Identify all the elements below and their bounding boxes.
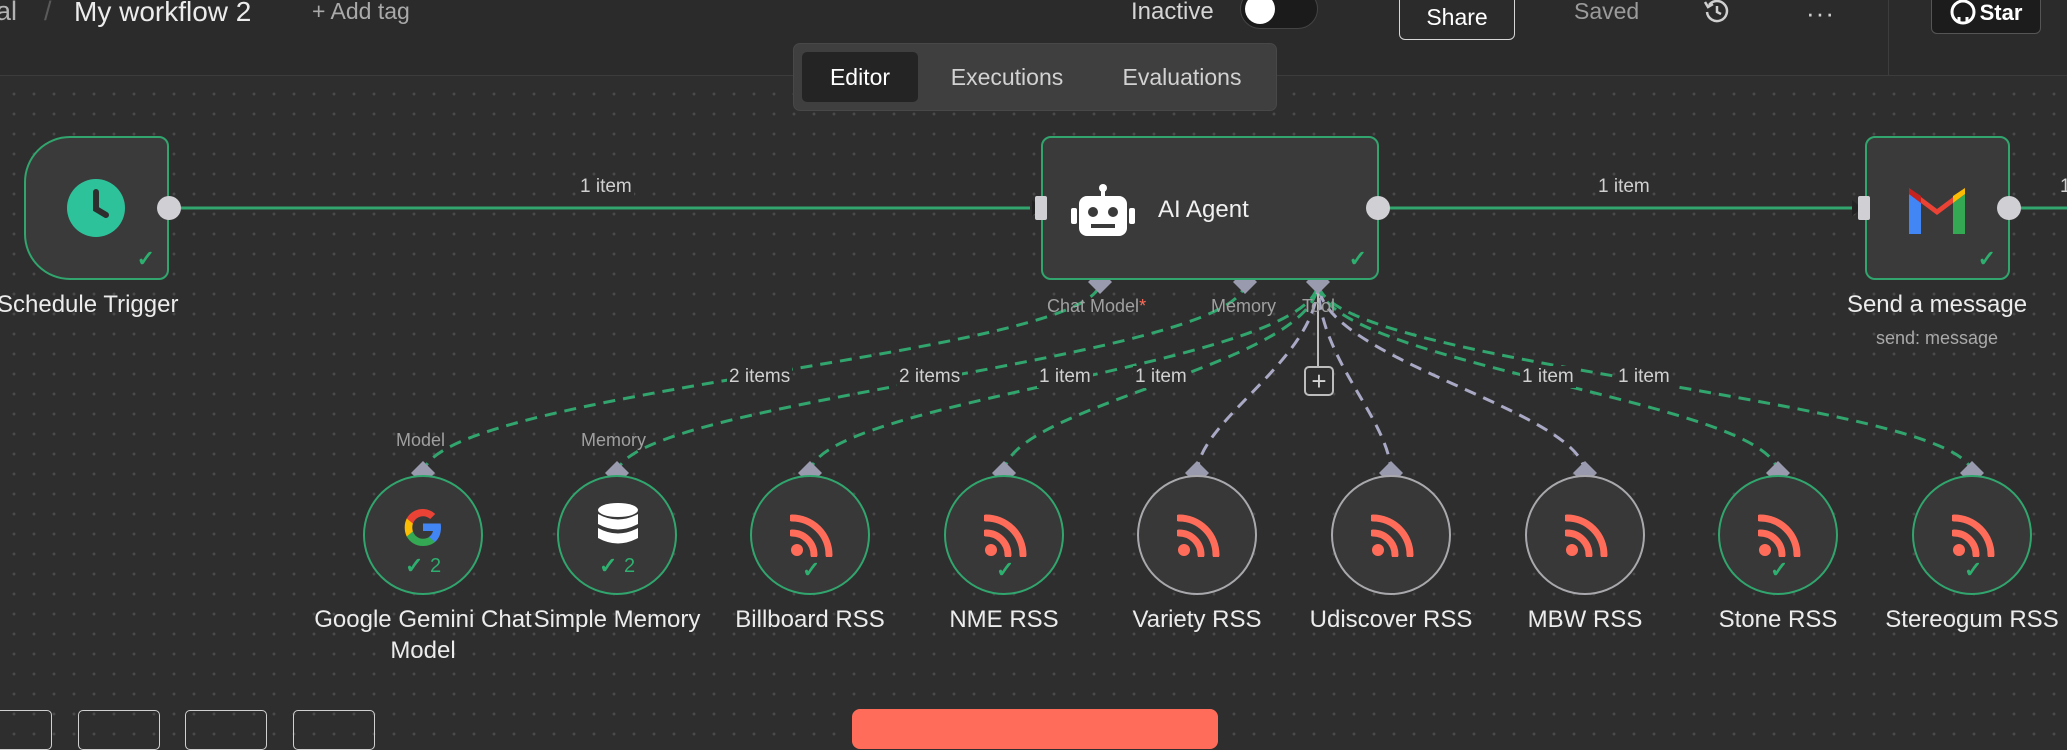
rss-tool-label: Stereogum RSS xyxy=(1885,606,2059,633)
rss-tool-label: MBW RSS xyxy=(1527,606,1643,633)
run-count: 2 xyxy=(430,555,442,577)
rss-icon xyxy=(790,514,833,557)
rss-tool-node[interactable] xyxy=(1331,475,1451,595)
port-label-chat-model: Chat Model* xyxy=(1047,296,1147,316)
zoom-in-button[interactable] xyxy=(78,710,160,750)
edge-label-trigger: 1 item xyxy=(578,176,634,198)
run-count: 2 xyxy=(624,555,636,577)
rss-tool-node[interactable]: ✓ xyxy=(1912,475,2032,595)
rss-tool-label: NME RSS xyxy=(949,606,1059,633)
success-check-icon: ✓ xyxy=(996,557,1015,582)
schedule-trigger-node[interactable]: ✓ xyxy=(24,136,169,280)
ai-agent-output-handle[interactable] xyxy=(1366,196,1390,220)
rss-tool-label: Variety RSS xyxy=(1132,606,1262,633)
send-message-output-handle[interactable] xyxy=(1997,196,2021,220)
rss-tool-node[interactable] xyxy=(1137,475,1257,595)
clock-icon xyxy=(67,179,125,237)
rss-icon xyxy=(1371,514,1414,557)
port-label-tool: Tool xyxy=(1302,296,1336,316)
success-check-icon: ✓ xyxy=(802,557,821,582)
success-check-icon: ✓ xyxy=(405,553,424,578)
success-check-icon: ✓ xyxy=(599,553,618,578)
rss-icon xyxy=(984,514,1027,557)
schedule-trigger-label: Schedule Trigger xyxy=(0,291,179,318)
simple-memory-node[interactable]: ✓ 2 xyxy=(557,475,677,595)
database-icon xyxy=(598,503,638,544)
port-label-memory: Memory xyxy=(1211,296,1277,316)
edge-label-billboard: 1 item xyxy=(1037,366,1093,388)
edge-label-send-out: 1 xyxy=(2058,176,2067,198)
reset-zoom-button[interactable] xyxy=(293,710,375,750)
rss-tool-node[interactable]: ✓ xyxy=(944,475,1064,595)
rss-tool-node[interactable]: ✓ xyxy=(1718,475,1838,595)
send-message-sublabel: send: message xyxy=(1875,328,1999,348)
add-tool-button[interactable]: + xyxy=(1304,366,1334,396)
rss-icon xyxy=(1952,514,1995,557)
send-message-node[interactable]: ✓ xyxy=(1865,136,2010,280)
rss-icon xyxy=(1565,514,1608,557)
edge-label-send: 1 item xyxy=(1596,176,1652,198)
rss-icon xyxy=(1177,514,1220,557)
send-message-label: Send a message xyxy=(1846,291,2028,318)
rss-tool-label: Billboard RSS xyxy=(735,606,885,633)
memory-port-label: Memory xyxy=(581,430,647,450)
edge-label-stereogum: 1 item xyxy=(1616,366,1672,388)
gmail-icon xyxy=(1909,188,1965,234)
rss-tool-node[interactable]: ✓ xyxy=(750,475,870,595)
edge-label-nme: 1 item xyxy=(1133,366,1189,388)
rss-tool-label: Stone RSS xyxy=(1718,606,1838,633)
rss-icon xyxy=(1758,514,1801,557)
rss-tool-label: Udiscover RSS xyxy=(1309,606,1473,633)
success-check-icon: ✓ xyxy=(136,246,155,271)
success-check-icon: ✓ xyxy=(1770,557,1789,582)
trigger-output-handle[interactable] xyxy=(157,196,181,220)
ai-agent-node[interactable]: AI Agent ✓ xyxy=(1041,136,1379,280)
gemini-port-label: Model xyxy=(396,430,446,450)
gemini-node[interactable]: ✓ 2 xyxy=(363,475,483,595)
zoom-out-button[interactable] xyxy=(185,710,267,750)
rss-tool-node[interactable] xyxy=(1525,475,1645,595)
edge-label-gemini: 2 items xyxy=(727,366,793,388)
ai-agent-label: AI Agent xyxy=(1158,196,1249,223)
ai-agent-input-handle[interactable] xyxy=(1035,196,1047,220)
zoom-to-fit-button[interactable] xyxy=(0,710,52,750)
success-check-icon: ✓ xyxy=(1977,246,1996,271)
edge-label-stone: 1 item xyxy=(1520,366,1576,388)
success-check-icon: ✓ xyxy=(1964,557,1983,582)
edge-label-memory: 2 items xyxy=(897,366,963,388)
google-icon xyxy=(404,509,441,546)
send-message-input-handle[interactable] xyxy=(1858,196,1870,220)
execute-workflow-button[interactable] xyxy=(852,709,1218,749)
robot-icon xyxy=(1071,184,1135,236)
success-check-icon: ✓ xyxy=(1348,246,1367,271)
gemini-label-line2: Model xyxy=(390,637,456,664)
